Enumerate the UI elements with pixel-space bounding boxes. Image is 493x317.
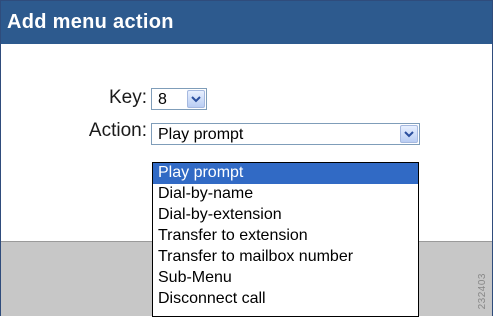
key-select[interactable]: 8	[151, 88, 207, 110]
dropdown-item-disconnect-call[interactable]: Disconnect call	[153, 289, 418, 310]
action-dropdown-button[interactable]	[400, 125, 418, 143]
figure-id: 232403	[477, 272, 488, 309]
dropdown-item-dial-by-extension[interactable]: Dial-by-extension	[153, 205, 418, 226]
action-select[interactable]: Play prompt	[151, 123, 420, 145]
key-label: Key:	[108, 87, 147, 108]
dropdown-item-transfer-to-mailbox[interactable]: Transfer to mailbox number	[153, 247, 418, 268]
key-select-value: 8	[158, 91, 167, 108]
action-select-value: Play prompt	[158, 126, 244, 143]
dropdown-item-sub-menu[interactable]: Sub-Menu	[153, 268, 418, 289]
action-dropdown-list: Play prompt Dial-by-name Dial-by-extensi…	[152, 162, 419, 317]
dropdown-item-play-prompt[interactable]: Play prompt	[153, 163, 418, 184]
add-menu-action-dialog: Add menu action Key: 8 Action: Play prom…	[0, 0, 493, 317]
dialog-title: Add menu action	[1, 1, 492, 44]
action-label: Action:	[88, 120, 147, 141]
key-dropdown-button[interactable]	[187, 90, 205, 108]
chevron-down-icon	[404, 131, 414, 138]
dropdown-item-dial-by-name[interactable]: Dial-by-name	[153, 184, 418, 205]
dropdown-item-transfer-to-extension[interactable]: Transfer to extension	[153, 226, 418, 247]
chevron-down-icon	[191, 96, 201, 103]
